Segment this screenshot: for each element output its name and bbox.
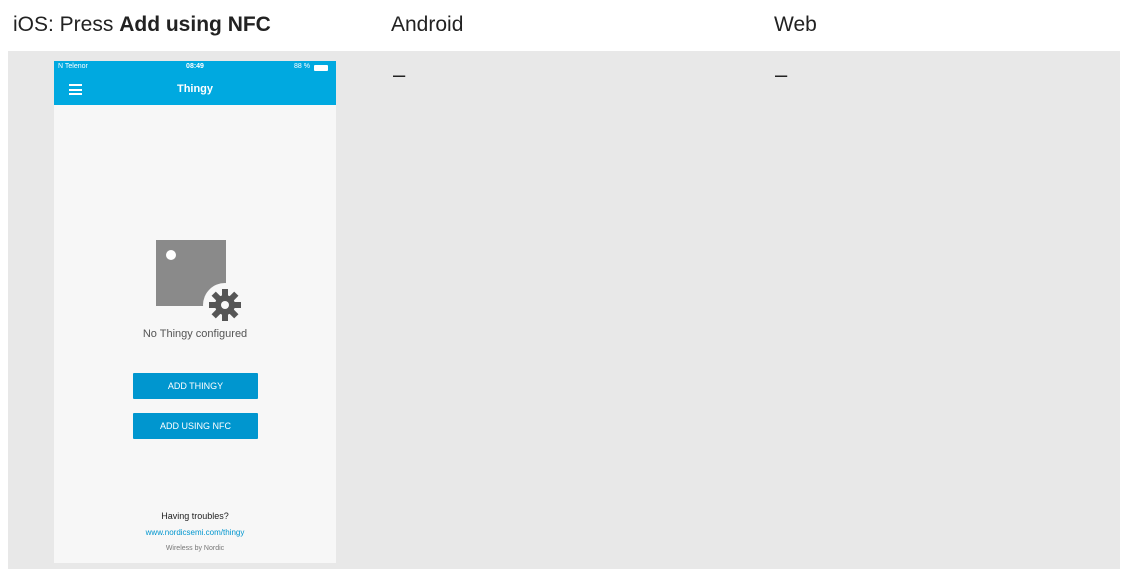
column-header-ios: iOS: Press Add using NFC	[13, 13, 271, 37]
column-header-web: Web	[774, 13, 817, 36]
placeholder-dot	[166, 250, 176, 260]
nav-bar: Thingy	[54, 75, 336, 105]
empty-state-illustration	[156, 240, 252, 327]
gear-icon	[203, 283, 247, 327]
battery-percent: 88 %	[294, 63, 310, 70]
status-bar: N Telenor 08:49 88 %	[54, 61, 336, 75]
empty-state-text: No Thingy configured	[142, 328, 248, 340]
web-cell-value: –	[775, 62, 788, 87]
ios-header-prefix: iOS: Press	[13, 13, 120, 36]
ios-header-action: Add using NFC	[119, 13, 271, 36]
help-link[interactable]: www.nordicsemi.com/thingy	[54, 528, 336, 537]
nav-title: Thingy	[176, 83, 214, 95]
add-thingy-button[interactable]: ADD THINGY	[133, 373, 258, 399]
android-cell-value: –	[393, 62, 406, 87]
table-header-row: iOS: Press Add using NFC Android Web	[0, 0, 1128, 51]
add-using-nfc-button[interactable]: ADD USING NFC	[133, 413, 258, 439]
battery-icon	[314, 65, 328, 71]
column-header-android: Android	[391, 13, 464, 36]
instruction-table: iOS: Press Add using NFC Android Web – –…	[0, 0, 1128, 569]
footer-text: Wireless by Nordic	[165, 545, 225, 552]
help-title: Having troubles?	[161, 511, 229, 521]
ios-screenshot: N Telenor 08:49 88 % Thingy No Thingy co…	[54, 61, 336, 563]
